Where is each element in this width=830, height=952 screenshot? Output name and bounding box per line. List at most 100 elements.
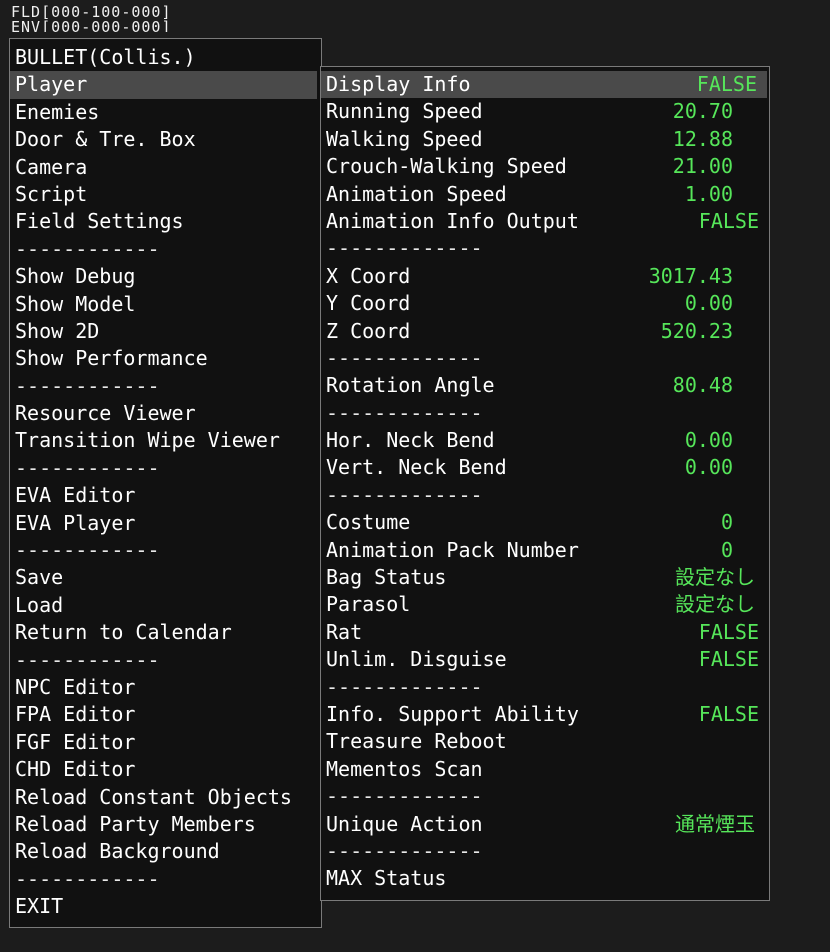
setting-vert-neck-bend[interactable]: Vert. Neck Bend 0.00 — [321, 454, 769, 481]
menu-item-chd-editor[interactable]: CHD Editor — [10, 756, 321, 783]
menu-item-load[interactable]: Load — [10, 592, 321, 619]
setting-label: MAX Status — [326, 866, 447, 891]
setting-label: Crouch-Walking Speed — [326, 154, 567, 179]
setting-value: FALSE — [698, 208, 759, 233]
menu-item-npc-editor[interactable]: NPC Editor — [10, 674, 321, 701]
env-status-readout: ENV[000-000-000] — [11, 20, 172, 32]
menu-item-exit[interactable]: EXIT — [10, 893, 321, 920]
menu-item-show-debug[interactable]: Show Debug — [10, 263, 321, 290]
setting-y-coord[interactable]: Y Coord 0.00 — [321, 290, 769, 317]
menu-item-reload-party-members[interactable]: Reload Party Members — [10, 811, 321, 838]
menu-item-script[interactable]: Script — [10, 181, 321, 208]
submenu-separator: ------------- — [321, 783, 769, 810]
menu-item-label: CHD Editor — [15, 757, 136, 782]
setting-label: Unlim. Disguise — [326, 647, 507, 672]
setting-value: 0 — [720, 510, 733, 535]
menu-item-fpa-editor[interactable]: FPA Editor — [10, 701, 321, 728]
submenu-separator: ------------- — [321, 838, 769, 865]
submenu-separator: ------------- — [321, 235, 769, 262]
setting-value: 0 — [720, 537, 733, 562]
setting-animation-pack-number[interactable]: Animation Pack Number 0 — [321, 537, 769, 564]
menu-item-show-model[interactable]: Show Model — [10, 291, 321, 318]
setting-costume[interactable]: Costume 0 — [321, 509, 769, 536]
menu-item-label: Show 2D — [15, 318, 100, 343]
menu-item-label: Show Model — [15, 291, 136, 316]
setting-label: Y Coord — [326, 291, 411, 316]
separator-dashes: ------------- — [326, 838, 483, 863]
separator-dashes: ------------- — [326, 345, 483, 370]
menu-item-show-performance[interactable]: Show Performance — [10, 345, 321, 372]
setting-label: Running Speed — [326, 99, 483, 124]
menu-item-enemies[interactable]: Enemies — [10, 99, 321, 126]
setting-treasure-reboot[interactable]: Treasure Reboot — [321, 728, 769, 755]
setting-info-support-ability[interactable]: Info. Support Ability FALSE — [321, 701, 769, 728]
menu-item-label: Reload Party Members — [15, 811, 256, 836]
setting-rotation-angle[interactable]: Rotation Angle 80.48 — [321, 372, 769, 399]
menu-separator: ------------ — [10, 647, 321, 674]
submenu-separator: ------------- — [321, 400, 769, 427]
setting-value: 12.88 — [672, 126, 733, 151]
menu-item-label: Camera — [15, 154, 88, 179]
menu-item-eva-player[interactable]: EVA Player — [10, 510, 321, 537]
setting-mementos-scan[interactable]: Mementos Scan — [321, 756, 769, 783]
menu-item-label: Reload Constant Objects — [15, 784, 292, 809]
setting-animation-info-output[interactable]: Animation Info Output FALSE — [321, 208, 769, 235]
menu-item-save[interactable]: Save — [10, 564, 321, 591]
setting-x-coord[interactable]: X Coord 3017.43 — [321, 263, 769, 290]
menu-item-eva-editor[interactable]: EVA Editor — [10, 482, 321, 509]
setting-crouch-walking-speed[interactable]: Crouch-Walking Speed 21.00 — [321, 153, 769, 180]
menu-item-resource-viewer[interactable]: Resource Viewer — [10, 400, 321, 427]
setting-label: Rat — [326, 619, 363, 644]
menu-item-transition-wipe-viewer[interactable]: Transition Wipe Viewer — [10, 427, 321, 454]
menu-item-label: EVA Editor — [15, 483, 136, 508]
setting-label: Animation Pack Number — [326, 537, 579, 562]
menu-item-player[interactable]: Player — [10, 71, 317, 99]
separator-dashes: ------------- — [326, 674, 483, 699]
menu-separator: ------------ — [10, 866, 321, 893]
menu-item-field-settings[interactable]: Field Settings — [10, 208, 321, 235]
setting-label: Bag Status — [326, 565, 447, 590]
menu-item-reload-constant-objects[interactable]: Reload Constant Objects — [10, 784, 321, 811]
menu-item-camera[interactable]: Camera — [10, 154, 321, 181]
menu-item-fgf-editor[interactable]: FGF Editor — [10, 729, 321, 756]
setting-label: Vert. Neck Bend — [326, 455, 507, 480]
menu-item-label: Return to Calendar — [15, 620, 232, 645]
menu-item-label: Show Debug — [15, 264, 136, 289]
menu-item-bullet-collis[interactable]: BULLET(Collis.) — [10, 44, 321, 71]
setting-running-speed[interactable]: Running Speed 20.70 — [321, 98, 769, 125]
setting-max-status[interactable]: MAX Status — [321, 865, 769, 892]
setting-label: Z Coord — [326, 318, 411, 343]
menu-item-reload-background[interactable]: Reload Background — [10, 838, 321, 865]
setting-value: 3017.43 — [648, 263, 733, 288]
setting-unlim-disguise[interactable]: Unlim. Disguise FALSE — [321, 646, 769, 673]
setting-bag-status[interactable]: Bag Status 設定なし — [321, 564, 769, 591]
setting-value: 0.00 — [684, 291, 733, 316]
setting-hor-neck-bend[interactable]: Hor. Neck Bend 0.00 — [321, 427, 769, 454]
setting-parasol[interactable]: Parasol 設定なし — [321, 591, 769, 618]
menu-item-label: Reload Background — [15, 839, 220, 864]
submenu-separator: ------------- — [321, 482, 769, 509]
separator-dashes: ------------- — [326, 400, 483, 425]
setting-label: Costume — [326, 510, 411, 535]
setting-value: 設定なし — [675, 592, 755, 617]
main-debug-menu: BULLET(Collis.) Player Enemies Door & Tre. … — [9, 38, 322, 928]
setting-value: 20.70 — [672, 99, 733, 124]
menu-item-return-to-calendar[interactable]: Return to Calendar — [10, 619, 321, 646]
setting-display-info[interactable]: Display Info FALSE — [321, 71, 767, 99]
menu-item-label: Load — [15, 592, 64, 617]
setting-animation-speed[interactable]: Animation Speed 1.00 — [321, 181, 769, 208]
setting-value: 1.00 — [684, 181, 733, 206]
menu-item-label: EXIT — [15, 894, 64, 919]
separator-dashes: ------------- — [326, 784, 483, 809]
setting-value: 設定なし — [675, 565, 755, 590]
setting-rat[interactable]: Rat FALSE — [321, 619, 769, 646]
setting-z-coord[interactable]: Z Coord 520.23 — [321, 318, 769, 345]
setting-walking-speed[interactable]: Walking Speed 12.88 — [321, 126, 769, 153]
setting-label: Unique Action — [326, 811, 483, 836]
menu-item-show-2d[interactable]: Show 2D — [10, 318, 321, 345]
menu-separator: ------------ — [10, 455, 321, 482]
menu-item-door-tre-box[interactable]: Door & Tre. Box — [10, 126, 321, 153]
setting-unique-action[interactable]: Unique Action 通常煙玉 — [321, 811, 769, 838]
menu-item-label: Resource Viewer — [15, 401, 196, 426]
setting-label: Animation Speed — [326, 181, 507, 206]
